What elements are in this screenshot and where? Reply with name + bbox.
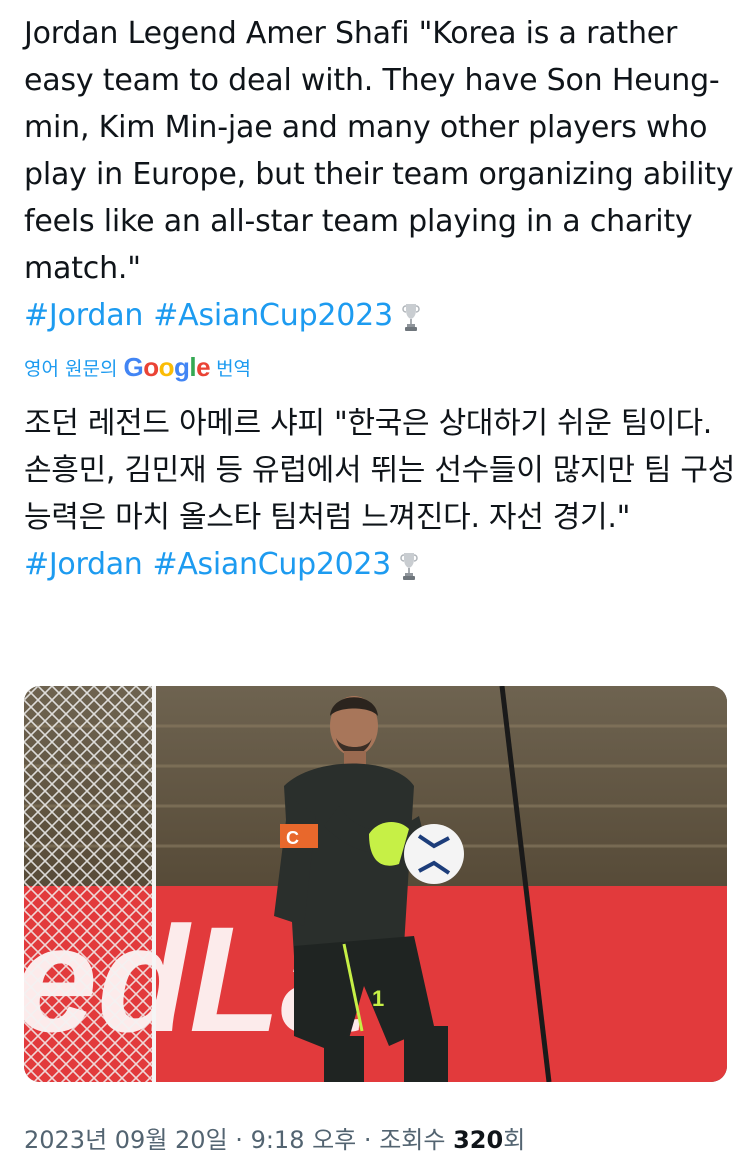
tweet-meta: 2023년 09월 20일 · 9:18 오후 · 조회수 320회 (24, 1120, 525, 1155)
hashtag-asiancup[interactable]: #AsianCup2023 (153, 298, 393, 333)
translated-hashtags: #Jordan #AsianCup2023 (24, 541, 736, 588)
views-count: 320 (453, 1126, 504, 1154)
translated-body: 조던 레전드 아메르 샤피 "한국은 상대하기 쉬운 팀이다. 손흥민, 김민재… (24, 400, 736, 588)
translated-hashtag-asiancup[interactable]: #AsianCup2023 (153, 547, 392, 582)
translated-hashtag-jordan[interactable]: #Jordan (24, 547, 143, 582)
goalkeeper-photo: edLa C 1 (24, 686, 727, 1082)
hashtag-jordan[interactable]: #Jordan (24, 298, 143, 333)
views-suffix: 회 (503, 1126, 526, 1154)
kit-number: 1 (372, 986, 384, 1011)
trophy-icon (400, 552, 418, 580)
translated-text: 조던 레전드 아메르 샤피 "한국은 상대하기 쉬운 팀이다. 손흥민, 김민재… (24, 406, 736, 535)
tweet-date[interactable]: 2023년 09월 20일 (24, 1126, 228, 1154)
tweet-body: Jordan Legend Amer Shafi "Korea is a rat… (24, 10, 736, 339)
tweet-photo[interactable]: edLa C 1 (24, 686, 727, 1082)
trophy-icon (402, 303, 420, 331)
translation-suffix: 번역 (216, 357, 252, 380)
tweet-time[interactable]: 9:18 오후 (251, 1126, 357, 1154)
armband-letter: C (286, 828, 299, 848)
separator: · (363, 1126, 372, 1154)
tweet-text: Jordan Legend Amer Shafi "Korea is a rat… (24, 16, 734, 286)
views-label: 조회수 (379, 1126, 446, 1154)
translation-prefix: 영어 원문의 (24, 357, 118, 380)
translation-attribution[interactable]: 영어 원문의 Google 번역 (24, 350, 251, 384)
separator: · (235, 1126, 243, 1154)
google-logo: Google (123, 351, 211, 382)
tweet-hashtags: #Jordan #AsianCup2023 (24, 292, 736, 339)
